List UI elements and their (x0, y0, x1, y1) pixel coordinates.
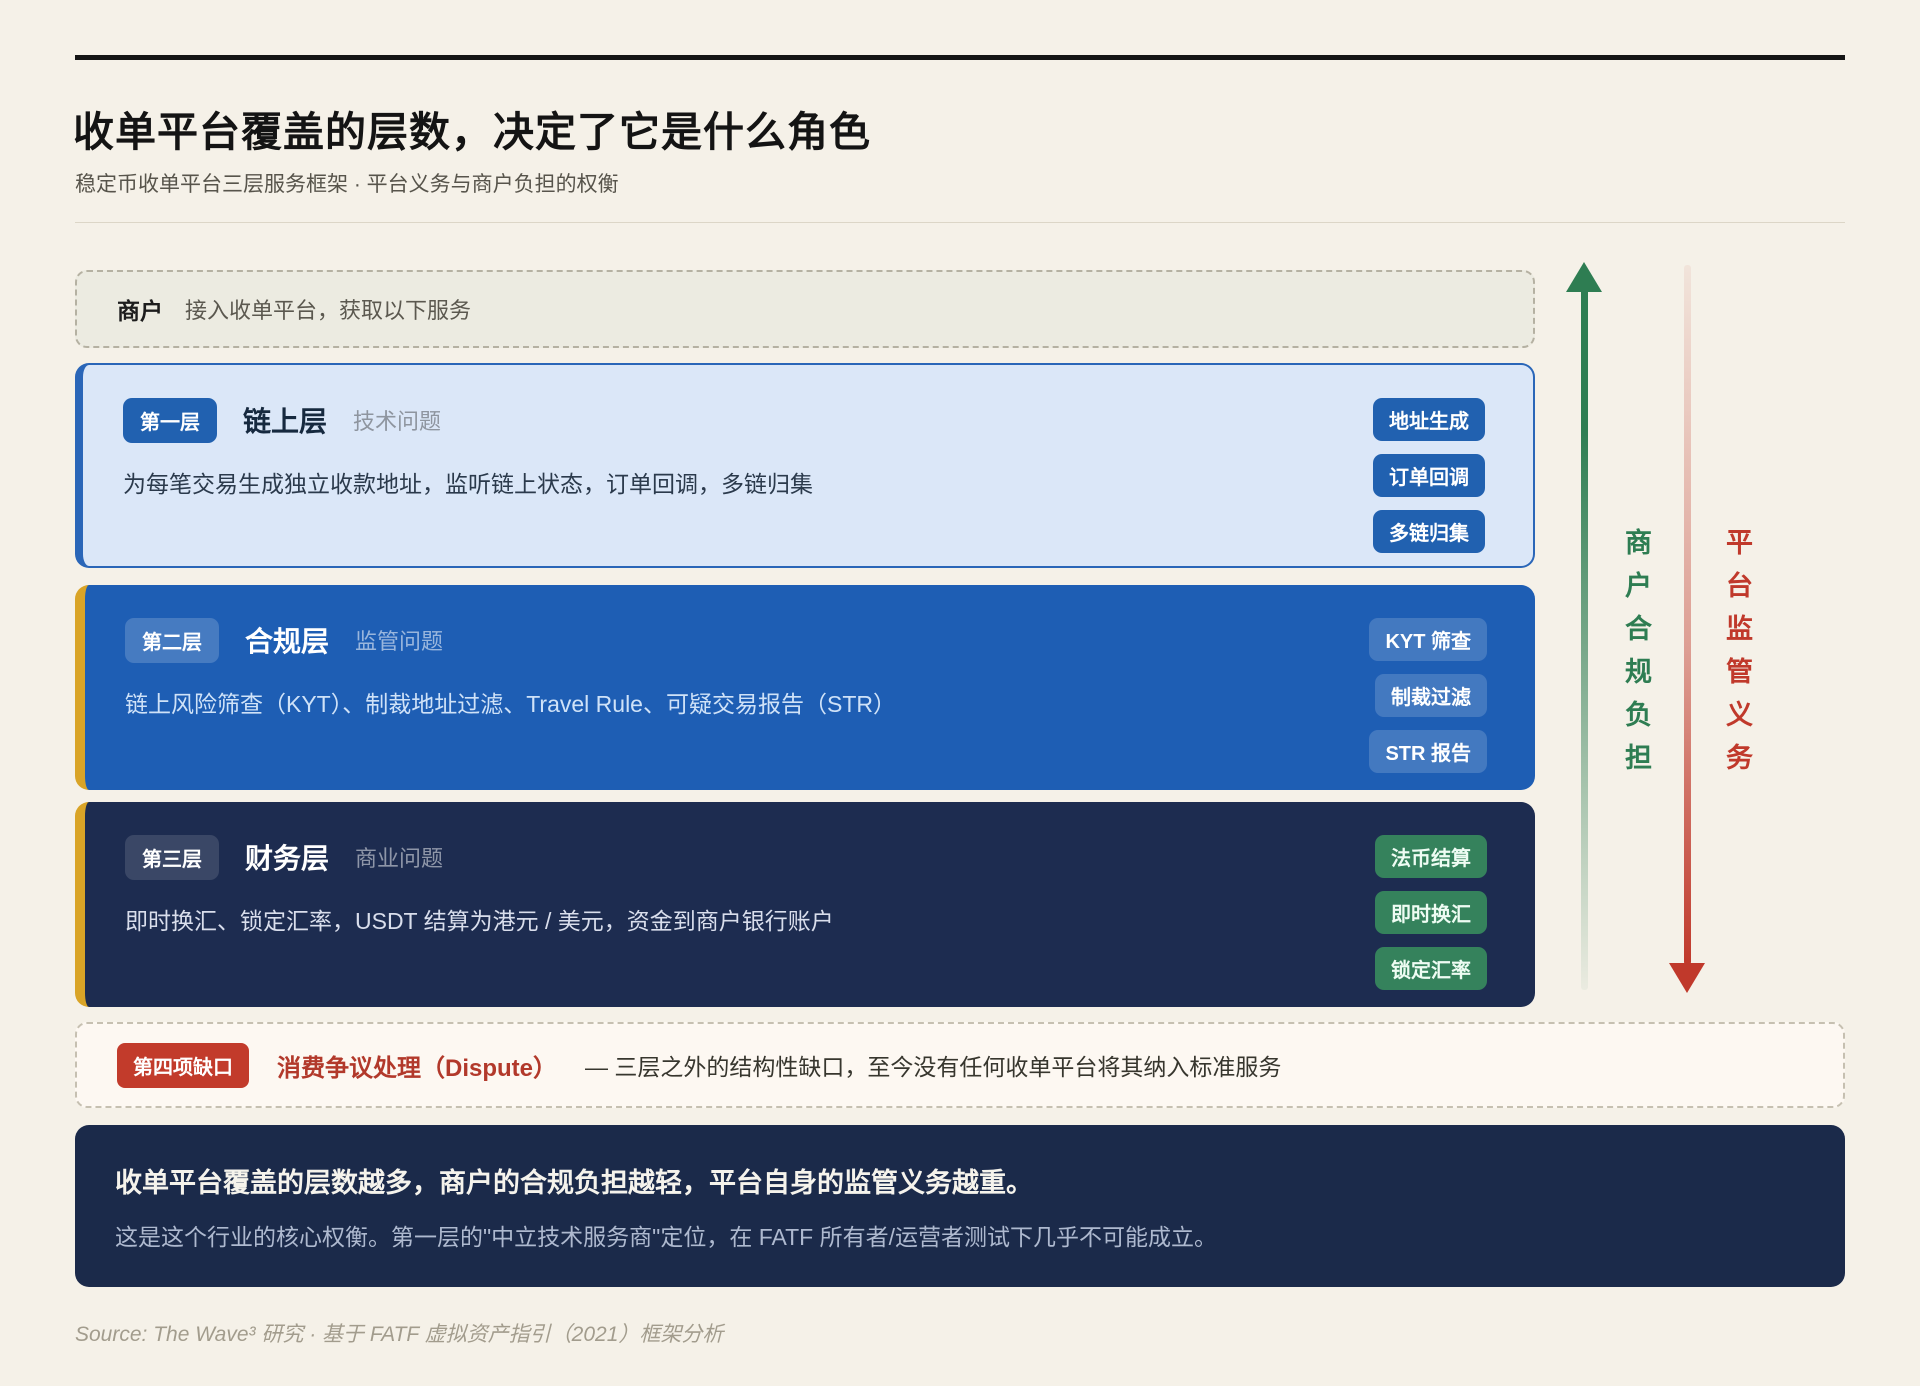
summary-card: 收单平台覆盖的层数越多，商户的合规负担越轻，平台自身的监管义务越重。 这是这个行… (75, 1125, 1845, 1287)
layer-onchain-title: 链上层 (243, 400, 327, 440)
dispute-gap-title: 消费争议处理（Dispute） (277, 1048, 557, 1083)
tag-order-callback: 订单回调 (1373, 454, 1485, 497)
layer-onchain-badge: 第一层 (123, 398, 217, 443)
layer-card-onchain: 第一层 链上层 技术问题 为每笔交易生成独立收款地址，监听链上状态，订单回调，多… (75, 363, 1535, 568)
layer-compliance-header: 第二层 合规层 监管问题 (125, 617, 1495, 663)
layer-compliance-tagline: 监管问题 (355, 624, 443, 656)
header-divider (75, 222, 1845, 223)
layer-onchain-description: 为每笔交易生成独立收款地址，监听链上状态，订单回调，多链归集 (123, 465, 1493, 499)
merchant-text: 接入收单平台，获取以下服务 (185, 293, 471, 325)
platform-obligation-axis-label: 平台监管义务 (1718, 528, 1757, 786)
platform-obligation-axis-line (1684, 265, 1691, 965)
layer-finance-tags: 法币结算 即时换汇 锁定汇率 (1375, 835, 1487, 990)
layer-onchain-header: 第一层 链上层 技术问题 (123, 397, 1493, 443)
tag-str-report: STR 报告 (1369, 730, 1487, 773)
layer-finance-tagline: 商业问题 (355, 841, 443, 873)
layer-finance-badge: 第三层 (125, 835, 219, 880)
down-arrow-icon (1669, 963, 1705, 993)
merchant-label: 商户 (117, 292, 163, 326)
layer-onchain-tagline: 技术问题 (353, 404, 441, 436)
merchant-burden-axis-label: 商户合规负担 (1617, 528, 1656, 786)
tag-fiat-settlement: 法币结算 (1375, 835, 1487, 878)
top-rule (75, 55, 1845, 60)
layer-finance-description: 即时换汇、锁定汇率，USDT 结算为港元 / 美元，资金到商户银行账户 (125, 902, 1495, 936)
source-attribution: Source: The Wave³ 研究 · 基于 FATF 虚拟资产指引（20… (75, 1318, 723, 1348)
dispute-gap-badge: 第四项缺口 (117, 1043, 249, 1088)
tag-address-generation: 地址生成 (1373, 398, 1485, 441)
merchant-burden-axis-line (1581, 288, 1588, 990)
infographic-page: 收单平台覆盖的层数，决定了它是什么角色 稳定币收单平台三层服务框架 · 平台义务… (0, 0, 1920, 1386)
tag-locked-rate: 锁定汇率 (1375, 947, 1487, 990)
dispute-gap-text: — 三层之外的结构性缺口，至今没有任何收单平台将其纳入标准服务 (585, 1048, 1281, 1082)
dispute-gap-bar: 第四项缺口 消费争议处理（Dispute） — 三层之外的结构性缺口，至今没有任… (75, 1022, 1845, 1108)
layer-finance-header: 第三层 财务层 商业问题 (125, 834, 1495, 880)
layer-compliance-tags: KYT 筛查 制裁过滤 STR 报告 (1369, 618, 1487, 773)
layer-compliance-description: 链上风险筛查（KYT）、制裁地址过滤、Travel Rule、可疑交易报告（ST… (125, 685, 1495, 719)
layer-card-compliance: 第二层 合规层 监管问题 链上风险筛查（KYT）、制裁地址过滤、Travel R… (75, 585, 1535, 790)
merchant-bar: 商户 接入收单平台，获取以下服务 (75, 270, 1535, 348)
tag-sanctions-filter: 制裁过滤 (1375, 674, 1487, 717)
tradeoff-axes: 商户合规负担 平台监管义务 (1560, 260, 1860, 1010)
summary-headline: 收单平台覆盖的层数越多，商户的合规负担越轻，平台自身的监管义务越重。 (115, 1161, 1805, 1200)
layer-compliance-title: 合规层 (245, 620, 329, 660)
layer-finance-title: 财务层 (245, 837, 329, 877)
tag-multichain-collection: 多链归集 (1373, 510, 1485, 553)
layer-compliance-badge: 第二层 (125, 618, 219, 663)
page-subtitle: 稳定币收单平台三层服务框架 · 平台义务与商户负担的权衡 (75, 168, 619, 198)
layer-onchain-tags: 地址生成 订单回调 多链归集 (1373, 398, 1485, 553)
summary-body: 这是这个行业的核心权衡。第一层的"中立技术服务商"定位，在 FATF 所有者/运… (115, 1218, 1805, 1252)
page-title: 收单平台覆盖的层数，决定了它是什么角色 (73, 98, 871, 158)
tag-instant-fx: 即时换汇 (1375, 891, 1487, 934)
layer-card-finance: 第三层 财务层 商业问题 即时换汇、锁定汇率，USDT 结算为港元 / 美元，资… (75, 802, 1535, 1007)
tag-kyt-screening: KYT 筛查 (1369, 618, 1487, 661)
